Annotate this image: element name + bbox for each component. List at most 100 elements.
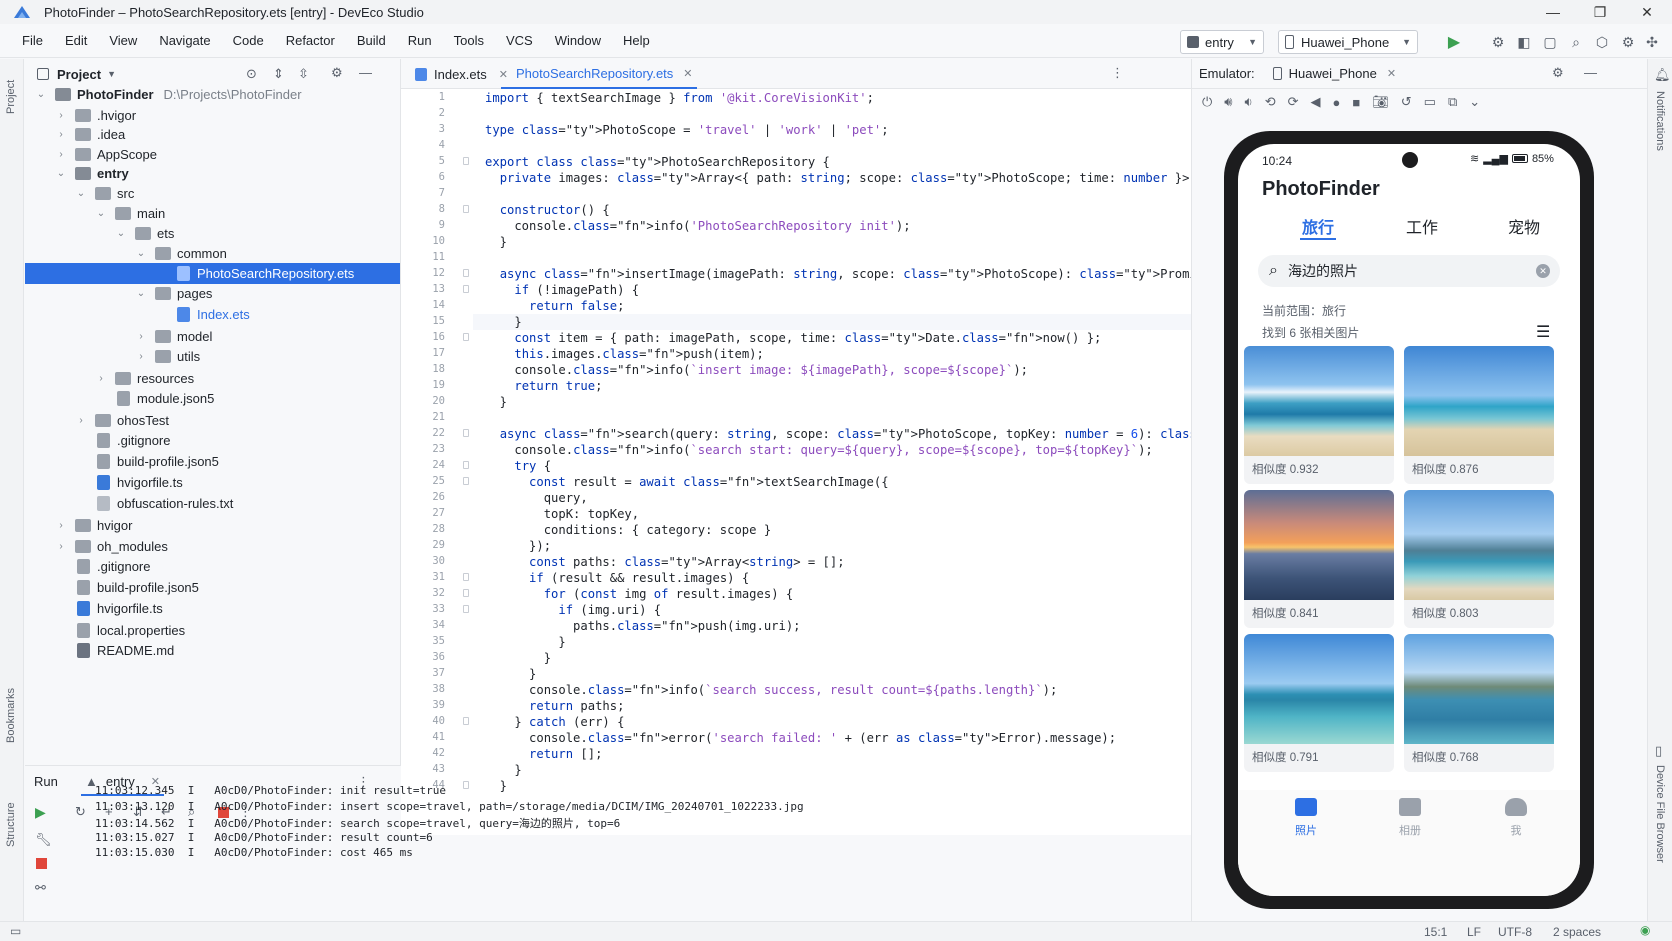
minimize-button[interactable]: — bbox=[1530, 0, 1576, 24]
tree-row-hvigorfile-ts[interactable]: hvigorfile.ts bbox=[25, 598, 400, 619]
chevron-down-icon[interactable]: ⌄ bbox=[55, 168, 67, 179]
scope-tab-0[interactable]: 旅行 bbox=[1286, 214, 1350, 238]
tree-row-photosearchrepository-ets[interactable]: PhotoSearchRepository.ets bbox=[25, 263, 400, 284]
tree-row-model[interactable]: › model bbox=[25, 326, 400, 347]
hide-panel-icon[interactable]: — bbox=[359, 65, 372, 80]
git-status-icon[interactable]: ◉ bbox=[1640, 923, 1650, 937]
photo-card[interactable]: 相似度 0.932 bbox=[1244, 346, 1394, 484]
device-select[interactable]: Huawei_Phone ▼ bbox=[1278, 30, 1418, 54]
chevron-right-icon[interactable]: › bbox=[55, 541, 67, 552]
photo-card[interactable]: 相似度 0.876 bbox=[1404, 346, 1554, 484]
tree-row-entry[interactable]: ⌄ entry bbox=[25, 163, 400, 184]
code-editor[interactable]: import { textSearchImage } from '@kit.Co… bbox=[473, 89, 1498, 835]
tree-row-build-profile-json5[interactable]: build-profile.json5 bbox=[25, 577, 400, 598]
chevron-right-icon[interactable]: › bbox=[55, 110, 67, 121]
run-log-output[interactable]: 11:03:12.345 I A0cD0/PhotoFinder: init r… bbox=[25, 784, 1191, 921]
tree-row-hvigor[interactable]: › hvigor bbox=[25, 515, 400, 536]
notifications-tool-tab[interactable]: Notifications bbox=[1654, 91, 1666, 151]
chevron-down-icon[interactable]: ⌄ bbox=[35, 89, 47, 100]
bottom-nav-item-2[interactable]: 我 bbox=[1486, 798, 1546, 838]
chevron-down-icon[interactable]: ▼ bbox=[107, 69, 116, 79]
tree-row-obfuscation-rules-txt[interactable]: obfuscation-rules.txt bbox=[25, 493, 400, 514]
menu-help[interactable]: Help bbox=[612, 24, 661, 58]
device-file-browser-icon[interactable]: ▯ bbox=[1655, 743, 1662, 759]
menu-window[interactable]: Window bbox=[544, 24, 612, 58]
module-select[interactable]: entry ▼ bbox=[1180, 30, 1264, 54]
chevron-right-icon[interactable]: › bbox=[55, 149, 67, 160]
tree-row-module-json5[interactable]: module.json5 bbox=[25, 388, 400, 409]
fold-marker-icon[interactable] bbox=[463, 477, 469, 485]
tree-row-hvigorfile-ts[interactable]: hvigorfile.ts bbox=[25, 472, 400, 493]
ai-assistant-icon[interactable]: ✣ bbox=[1642, 32, 1662, 52]
chevron-down-icon[interactable]: ⌄ bbox=[95, 208, 107, 219]
replay-icon[interactable]: ↺ bbox=[1401, 94, 1412, 110]
chevron-down-icon[interactable]: ⌄ bbox=[115, 228, 127, 239]
fold-marker-icon[interactable] bbox=[463, 285, 469, 293]
tree-row--idea[interactable]: › .idea bbox=[25, 124, 400, 145]
tree-row-resources[interactable]: › resources bbox=[25, 368, 400, 389]
indent-setting[interactable]: 2 spaces bbox=[1553, 925, 1601, 939]
fold-marker-icon[interactable] bbox=[463, 157, 469, 165]
device-file-browser-tool-tab[interactable]: Device File Browser bbox=[1654, 765, 1666, 863]
tree-row-build-profile-json5[interactable]: build-profile.json5 bbox=[25, 451, 400, 472]
search-bar[interactable]: ⌕ 海边的照片 ✕ bbox=[1258, 255, 1560, 287]
back-icon[interactable]: ◀ bbox=[1311, 94, 1321, 110]
profiler-icon[interactable]: ◧ bbox=[1514, 32, 1534, 52]
photo-card[interactable]: 相似度 0.803 bbox=[1404, 490, 1554, 628]
clear-search-icon[interactable]: ✕ bbox=[1536, 264, 1550, 278]
close-tab-icon[interactable]: ✕ bbox=[1387, 67, 1396, 80]
tree-row-ohostest[interactable]: › ohosTest bbox=[25, 410, 400, 431]
chevron-right-icon[interactable]: › bbox=[135, 331, 147, 342]
home-icon[interactable]: ● bbox=[1333, 95, 1341, 110]
power-icon[interactable]: ⏻ bbox=[1202, 94, 1212, 110]
settings-icon[interactable]: ⚙ bbox=[1552, 65, 1564, 81]
menu-run[interactable]: Run bbox=[397, 24, 443, 58]
menu-vcs[interactable]: VCS bbox=[495, 24, 544, 58]
fold-marker-icon[interactable] bbox=[463, 269, 469, 277]
fold-marker-icon[interactable] bbox=[463, 429, 469, 437]
tree-row-local-properties[interactable]: local.properties bbox=[25, 620, 400, 641]
overview-icon[interactable]: ■ bbox=[1352, 95, 1360, 110]
menu-refactor[interactable]: Refactor bbox=[275, 24, 346, 58]
expand-all-icon[interactable]: ⇕ bbox=[273, 66, 284, 82]
maximize-button[interactable]: ❐ bbox=[1577, 0, 1623, 24]
structure-tool-tab[interactable]: Structure bbox=[5, 802, 17, 847]
tree-row--gitignore[interactable]: .gitignore bbox=[25, 430, 400, 451]
tree-row-oh-modules[interactable]: › oh_modules bbox=[25, 536, 400, 557]
menu-edit[interactable]: Edit bbox=[54, 24, 98, 58]
line-separator[interactable]: LF bbox=[1467, 925, 1481, 939]
photo-card[interactable]: 相似度 0.841 bbox=[1244, 490, 1394, 628]
chevron-down-icon[interactable]: ⌄ bbox=[75, 188, 87, 199]
fold-marker-icon[interactable] bbox=[463, 205, 469, 213]
close-tab-icon[interactable]: ✕ bbox=[683, 67, 692, 80]
tree-row-utils[interactable]: › utils bbox=[25, 346, 400, 367]
chevron-right-icon[interactable]: › bbox=[75, 415, 87, 426]
fold-marker-icon[interactable] bbox=[463, 573, 469, 581]
run-icon[interactable]: ▶ bbox=[1444, 32, 1464, 52]
notifications-icon[interactable]: 🔔︎ bbox=[1654, 67, 1671, 83]
tree-row-readme-md[interactable]: README.md bbox=[25, 640, 400, 661]
bottom-nav-item-1[interactable]: 相册 bbox=[1380, 798, 1440, 838]
fold-marker-icon[interactable] bbox=[463, 589, 469, 597]
scope-tab-1[interactable]: 工作 bbox=[1390, 214, 1454, 238]
tab-index-ets[interactable]: Index.ets ✕ bbox=[407, 59, 516, 89]
fold-icon[interactable]: ▭ bbox=[1424, 94, 1436, 110]
cursor-position[interactable]: 15:1 bbox=[1424, 925, 1447, 939]
options-gear-icon[interactable]: ⚙ bbox=[331, 65, 343, 81]
menu-code[interactable]: Code bbox=[222, 24, 275, 58]
fold-marker-icon[interactable] bbox=[463, 333, 469, 341]
fold-marker-icon[interactable] bbox=[463, 717, 469, 725]
rotate-right-icon[interactable]: ⟳ bbox=[1288, 94, 1299, 110]
tree-row-photofinder[interactable]: ⌄ PhotoFinder D:\Projects\PhotoFinder bbox=[25, 84, 400, 105]
tree-row-pages[interactable]: ⌄ pages bbox=[25, 283, 400, 304]
more-icon[interactable]: ⌄ bbox=[1469, 94, 1480, 110]
more-tabs-icon[interactable]: ⋮ bbox=[1111, 65, 1124, 81]
menu-navigate[interactable]: Navigate bbox=[148, 24, 221, 58]
tree-row-appscope[interactable]: › AppScope bbox=[25, 144, 400, 165]
screenshot-icon[interactable]: 📷︎ bbox=[1372, 94, 1389, 110]
menu-view[interactable]: View bbox=[98, 24, 148, 58]
fold-marker-icon[interactable] bbox=[463, 605, 469, 613]
menu-file[interactable]: File bbox=[0, 24, 54, 58]
menu-build[interactable]: Build bbox=[346, 24, 397, 58]
chevron-down-icon[interactable]: ⌄ bbox=[135, 288, 147, 299]
